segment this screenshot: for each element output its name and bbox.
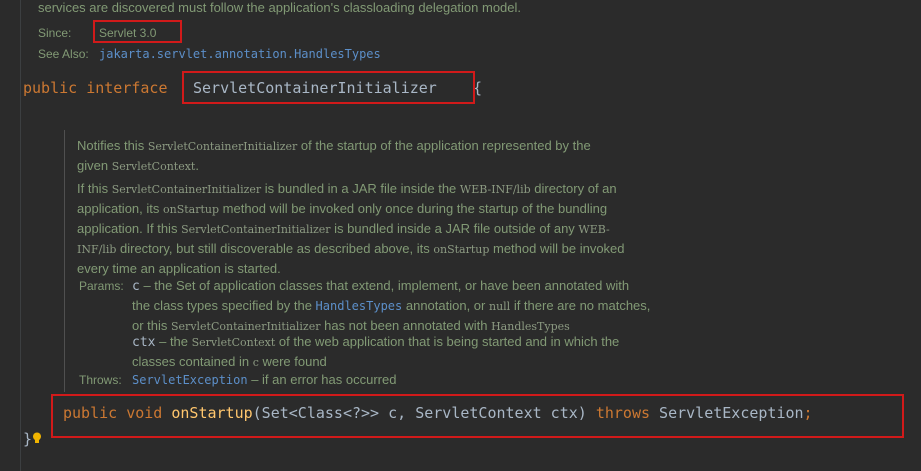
doc-intro-text: services are discovered must follow the … — [38, 0, 522, 15]
throws-description: ServletException – if an error has occur… — [132, 372, 397, 387]
keyword-interface: interface — [86, 79, 168, 97]
since-label: Since: — [38, 26, 72, 40]
param-c-name: c — [132, 279, 140, 294]
param-ctx-name: ctx — [132, 335, 156, 350]
editor-gutter-line — [20, 0, 21, 471]
keyword-public: public — [23, 79, 78, 97]
interface-declaration: public interface — [23, 79, 168, 97]
javadoc-paragraph-1: Notifies this ServletContainerInitialize… — [77, 138, 591, 173]
params-c-description: c – the Set of application classes that … — [132, 278, 651, 333]
lightbulb-icon[interactable] — [32, 432, 42, 444]
method-highlight-box — [51, 394, 904, 438]
params-ctx-description: ctx – the ServletContext of the web appl… — [132, 334, 620, 369]
handles-types-link[interactable]: HandlesTypes — [316, 299, 403, 313]
since-highlight-box — [93, 20, 182, 43]
interface-name-highlight-box — [182, 71, 475, 104]
javadoc-paragraph-2: If this ServletContainerInitializer is b… — [77, 181, 625, 276]
see-also-link[interactable]: jakarta.servlet.annotation.HandlesTypes — [99, 47, 381, 61]
javadoc-block-bar — [64, 130, 65, 392]
throws-label: Throws: — [79, 373, 122, 387]
brace-close: } — [23, 430, 33, 448]
servlet-exception-link[interactable]: ServletException — [132, 373, 248, 387]
see-also-label: See Also: — [38, 47, 89, 61]
params-label: Params: — [79, 279, 124, 293]
